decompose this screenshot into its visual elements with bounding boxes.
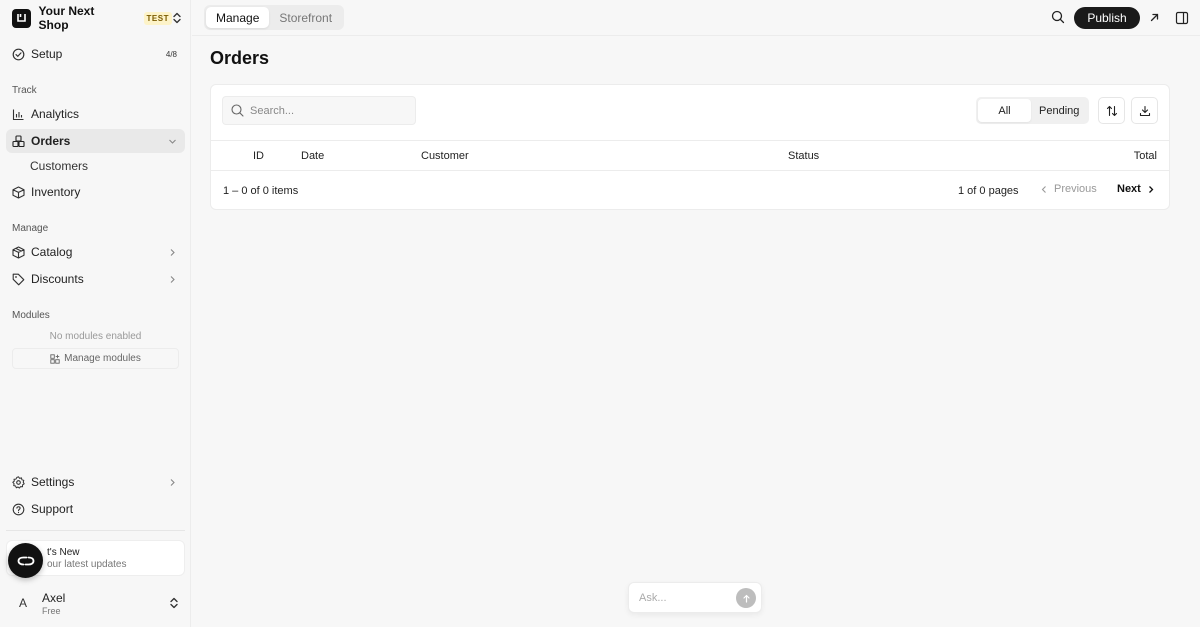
assistant-button[interactable]: [8, 543, 43, 578]
help-circle-icon: [12, 503, 25, 516]
shop-logo: [12, 8, 31, 28]
section-label-modules: Modules: [12, 310, 50, 321]
chevron-right-icon: [168, 248, 177, 257]
sidebar-item-label: Discounts: [31, 272, 84, 286]
chevron-left-icon: [1041, 185, 1046, 193]
tag-icon: [12, 273, 25, 286]
sidebar-item-analytics[interactable]: Analytics: [6, 102, 185, 126]
whats-new-subtitle: our latest updates: [47, 559, 127, 570]
tab-storefront[interactable]: Storefront: [269, 7, 342, 28]
gear-icon: [12, 475, 25, 489]
sidebar-item-orders[interactable]: Orders: [6, 129, 185, 153]
sidebar-item-label: Inventory: [31, 185, 81, 199]
grid-plus-icon: [50, 353, 60, 364]
download-button[interactable]: [1131, 97, 1158, 124]
filter-all[interactable]: All: [978, 99, 1031, 122]
sidebar-item-inventory[interactable]: Inventory: [6, 180, 185, 204]
status-filter: All Pending: [976, 97, 1090, 124]
modules-empty-text: No modules enabled: [49, 331, 142, 342]
package-icon: [12, 245, 25, 259]
bar-chart-icon: [12, 108, 25, 121]
previous-page-button[interactable]: Previous: [1040, 183, 1097, 195]
chevron-down-icon[interactable]: [168, 137, 177, 146]
sidebar-item-label: Setup: [31, 47, 63, 61]
sidebar-item-label: Orders: [31, 134, 71, 148]
chevrons-up-down-icon: [169, 597, 179, 609]
column-header-date[interactable]: Date: [301, 150, 324, 162]
download-icon: [1139, 105, 1151, 117]
next-label: Next: [1117, 183, 1141, 195]
send-button[interactable]: [736, 588, 756, 608]
chevrons-up-down-icon[interactable]: [172, 12, 182, 24]
check-circle-icon: [12, 48, 25, 61]
user-menu[interactable]: A Axel Free: [6, 588, 185, 618]
sidebar-item-label: Analytics: [31, 107, 80, 121]
publish-button[interactable]: Publish: [1074, 7, 1140, 29]
chevron-right-icon: [168, 478, 177, 487]
shop-switcher[interactable]: Your Next Shop TEST: [12, 4, 182, 32]
infinity-logo-icon: [17, 556, 35, 566]
section-label-manage: Manage: [12, 223, 49, 234]
items-count: 1 – 0 of 0 items: [223, 185, 299, 197]
arrow-up-icon: [742, 594, 750, 603]
column-header-total[interactable]: Total: [1134, 150, 1157, 162]
column-header-status[interactable]: Status: [788, 150, 819, 162]
search-input[interactable]: [250, 104, 410, 117]
sidebar-item-setup[interactable]: Setup 4/8: [6, 42, 185, 66]
sort-arrows-icon: [1106, 105, 1118, 117]
section-label-track: Track: [12, 85, 37, 96]
chevron-right-icon: [1148, 185, 1154, 193]
sidebar-item-settings[interactable]: Settings: [6, 470, 185, 494]
avatar: A: [18, 596, 27, 610]
search-icon[interactable]: [1051, 10, 1065, 24]
sidebar-item-label: Support: [31, 502, 74, 516]
previous-label: Previous: [1054, 183, 1097, 195]
whats-new-title: t's New: [47, 547, 80, 558]
manage-modules-button[interactable]: Manage modules: [12, 348, 179, 369]
setup-progress: 4/8: [165, 49, 177, 59]
sidebar-panel-icon[interactable]: [1175, 11, 1189, 25]
next-page-button[interactable]: Next: [1117, 183, 1155, 195]
sidebar-item-catalog[interactable]: Catalog: [6, 240, 185, 264]
sort-button[interactable]: [1098, 97, 1125, 124]
test-badge: TEST: [143, 11, 172, 25]
orders-card: All Pending ID Date Customer Status Tota…: [210, 84, 1170, 210]
search-box[interactable]: [222, 96, 416, 125]
sidebar-item-label: Catalog: [31, 245, 73, 259]
box-icon: [12, 185, 25, 199]
manage-modules-label: Manage modules: [64, 353, 141, 364]
sidebar: Your Next Shop TEST Setup 4/8 Track Anal…: [0, 0, 191, 627]
ask-input[interactable]: [639, 591, 729, 604]
filter-pending[interactable]: Pending: [1031, 99, 1087, 122]
divider: [6, 530, 185, 531]
tab-manage[interactable]: Manage: [206, 7, 270, 28]
orders-icon: [12, 134, 25, 148]
mode-tabs: Manage Storefront: [204, 5, 345, 30]
sidebar-item-customers[interactable]: Customers: [30, 159, 88, 173]
chevron-right-icon: [168, 275, 177, 284]
sidebar-item-discounts[interactable]: Discounts: [6, 267, 185, 291]
search-icon: [231, 104, 244, 117]
page-count: 1 of 0 pages: [958, 185, 1019, 197]
user-plan: Free: [42, 605, 61, 616]
top-bar: Manage Storefront Publish: [192, 0, 1200, 36]
external-link-icon[interactable]: [1149, 12, 1160, 23]
column-header-id[interactable]: ID: [253, 150, 264, 162]
sidebar-item-support[interactable]: Support: [6, 497, 185, 521]
table-header: ID Date Customer Status Total: [211, 140, 1169, 171]
shop-name: Your Next Shop: [38, 4, 95, 32]
user-name: Axel: [42, 590, 66, 605]
ask-box: [628, 582, 762, 613]
page-title: Orders: [210, 48, 270, 68]
column-header-customer[interactable]: Customer: [421, 150, 469, 162]
sidebar-item-label: Settings: [31, 475, 75, 489]
